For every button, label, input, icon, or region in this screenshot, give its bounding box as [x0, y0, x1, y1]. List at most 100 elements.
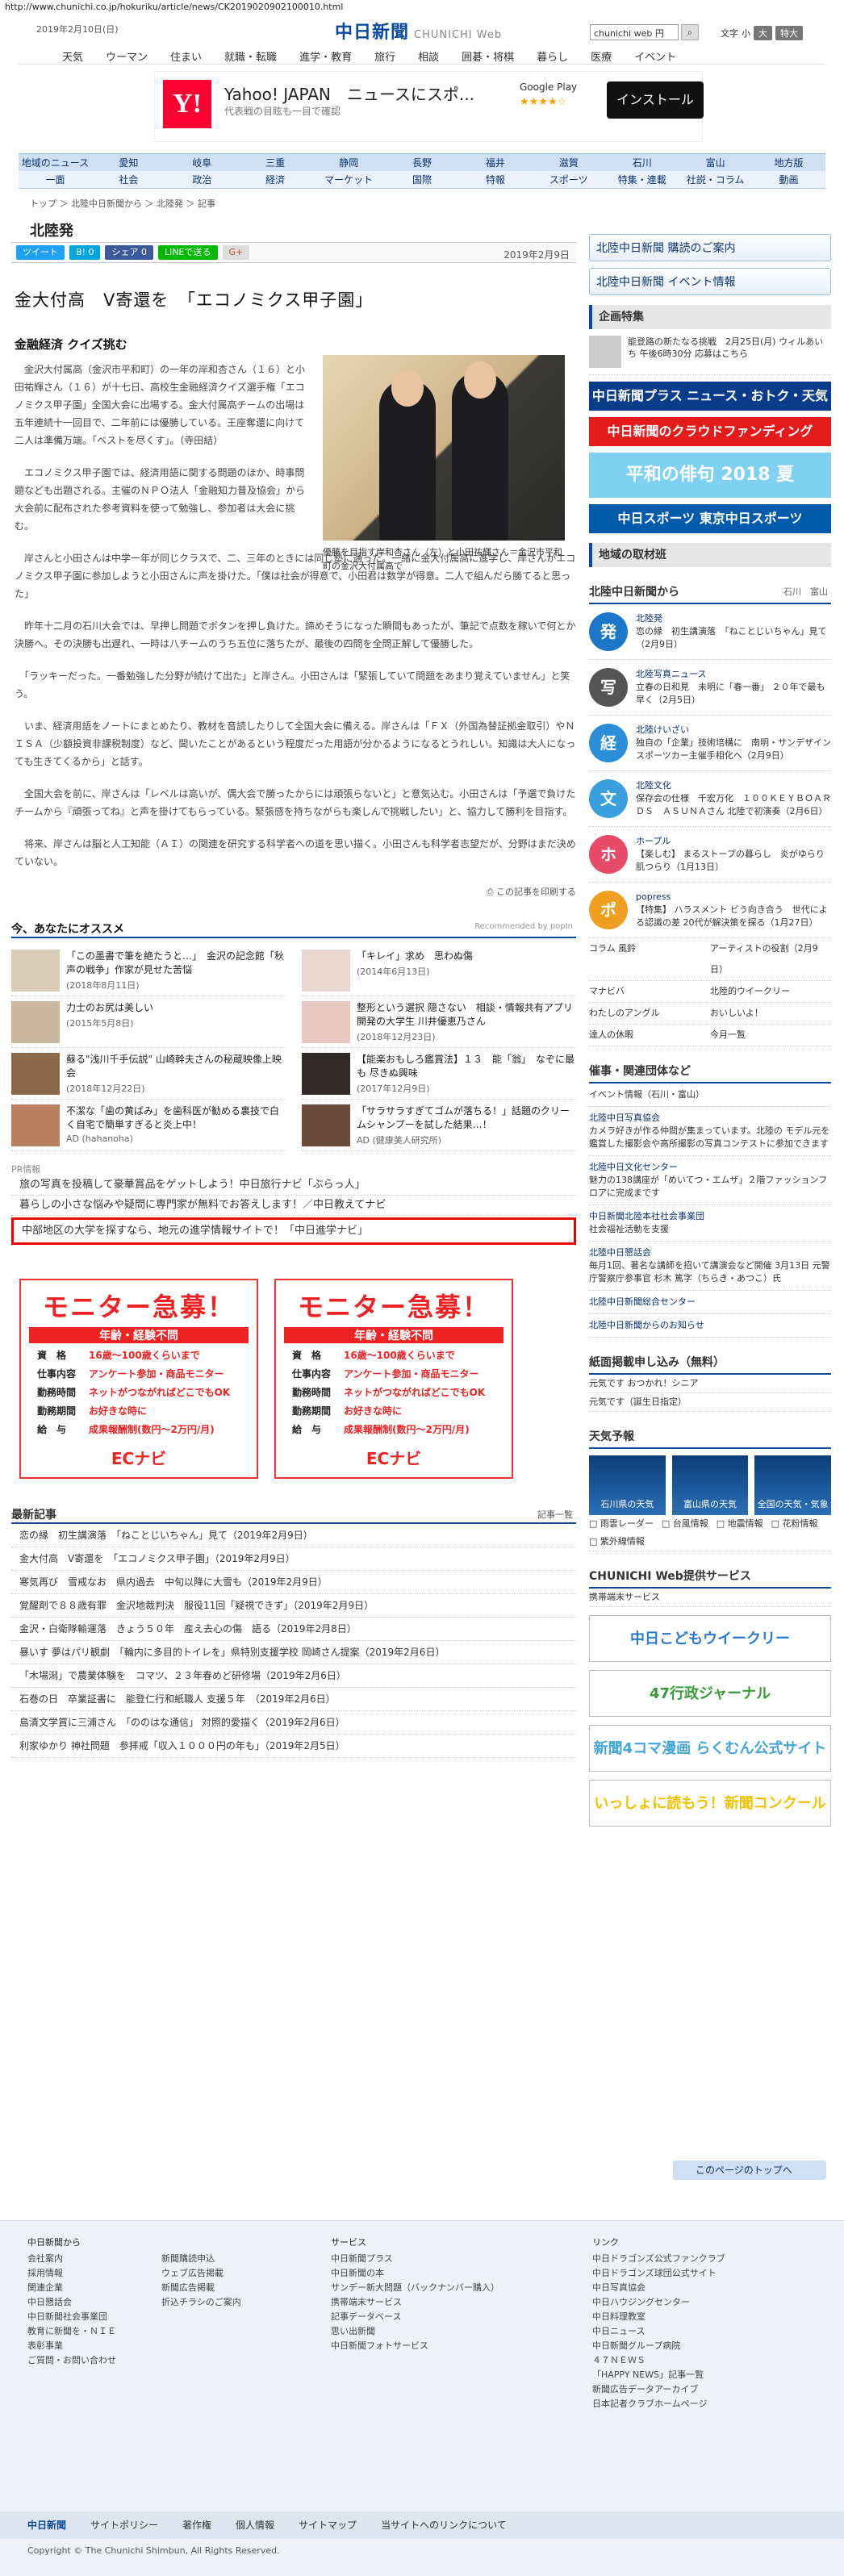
side-ad-banner[interactable]: 中日こどもウイークリー — [589, 1615, 831, 1662]
search-button[interactable]: ⌕ — [681, 24, 699, 40]
region-nav-item[interactable]: 岐阜 — [165, 154, 239, 171]
footer-link[interactable]: 中日懇話会 — [27, 2295, 116, 2310]
font-large-button[interactable]: 特大 — [775, 26, 803, 40]
footer-link[interactable]: 「HAPPY NEWS」記事一覧 — [592, 2368, 725, 2382]
footer-link[interactable]: 中日写真協会 — [592, 2281, 725, 2295]
font-medium-button[interactable]: 大 — [754, 26, 772, 40]
footer-link[interactable]: 中日料理教室 — [592, 2310, 725, 2324]
banner-heiwa-haiku[interactable]: 平和の俳句 2018 夏 — [589, 453, 831, 498]
event-item[interactable]: 北陸中日文化センター 魅力の138講座が「めいてつ・エムザ」２階ファッションフロア… — [589, 1156, 831, 1205]
footer-bar-link[interactable]: 当サイトへのリンクについて — [381, 2511, 507, 2539]
side-news-item[interactable]: 発北陸発 恋の縁 初生講演落 「ねことじいちゃん」見て（2月9日） — [589, 604, 831, 660]
gnav-item[interactable]: 就職・転職 — [213, 47, 288, 64]
pr-item-highlighted[interactable]: 中部地区の大学を探すなら、地元の進学情報サイトで！「中日進学ナビ」 — [11, 1217, 576, 1245]
weather-link[interactable]: □ 台風情報 — [662, 1518, 708, 1529]
category-nav-item[interactable]: 動画 — [752, 171, 825, 188]
column-link[interactable]: おいしいよ！ — [710, 1003, 831, 1024]
recommend-item[interactable]: 整形という選択 隠さない 相談・情報共有アプリ開発の大学生 川井優恵乃さん (20… — [302, 996, 576, 1048]
footer-bar-link[interactable]: 個人情報 — [236, 2511, 274, 2539]
weather-box[interactable]: 富山県の天気 — [671, 1455, 749, 1515]
recommend-item[interactable]: 不潔な「歯の黄ばみ」を歯科医が勧める裏技で白く自宅で簡単すぎると炎上中！ AD (… — [11, 1100, 286, 1151]
region-nav-item[interactable]: 地方版 — [752, 154, 825, 171]
banner-chunichi-sports[interactable]: 中日スポーツ 東京中日スポーツ — [589, 504, 831, 533]
region-nav-item[interactable]: 滋賀 — [532, 154, 605, 171]
latest-item[interactable]: 恋の縁 初生講演落 「ねことじいちゃん」見て（2019年2月9日） — [11, 1524, 576, 1547]
event-item[interactable]: 中日新聞北陸本社社会事業団 社会福祉活動を支援 — [589, 1205, 831, 1242]
service-item[interactable]: 携帯端末サービス — [589, 1589, 831, 1607]
pr-item[interactable]: 暮らしの小さな悩みや疑問に専門家が無料でお答えします！／中日教えてナビ — [11, 1196, 576, 1216]
footer-link[interactable]: 教育に新聞を・ＮＩＥ — [27, 2324, 116, 2339]
hokuriku-sub[interactable]: 石川 富山 — [783, 585, 828, 598]
footer-link[interactable]: 中日ニュース — [592, 2324, 725, 2339]
footer-bar-link[interactable]: サイトマップ — [299, 2511, 357, 2539]
category-nav-item[interactable]: 社会 — [92, 171, 165, 188]
font-small-button[interactable]: 小 — [742, 27, 750, 40]
category-nav-item[interactable]: 経済 — [239, 171, 312, 188]
subscribe-button[interactable]: 北陸中日新聞 購読のご案内 — [589, 234, 831, 261]
latest-item[interactable]: 石巻の日 卒業証書に 能登仁行和紙職人 支援５年 （2019年2月6日） — [11, 1688, 576, 1711]
footer-link[interactable]: 中日新聞グループ病院 — [592, 2339, 725, 2353]
site-logo[interactable]: 中日新聞 CHUNICHI Web — [335, 18, 502, 44]
footer-link[interactable]: 中日ドラゴンズ公式ファンクラブ — [592, 2252, 725, 2266]
monitor-ad[interactable]: モニター急募！ 年齢・経験不問資 格 16歳～100歳くらいまで 仕事内容 アンケート参… — [19, 1279, 258, 1479]
footer-link[interactable]: 携帯端末サービス — [331, 2295, 499, 2310]
weather-link[interactable]: □ 紫外線情報 — [589, 1536, 645, 1547]
tweet-button[interactable]: ツイート — [16, 245, 65, 260]
events-sub-link[interactable]: イベント情報（石川・富山） — [589, 1083, 831, 1107]
event-info-button[interactable]: 北陸中日新聞 イベント情報 — [589, 268, 831, 295]
gnav-item[interactable]: 天気 — [51, 47, 94, 64]
pr-item[interactable]: 旅の写真を投稿して豪華賞品をゲットしよう！中日旅行ナビ「ぶらっ人」 — [11, 1175, 576, 1196]
footer-link[interactable]: サンデー新大問題（バックナンバー購入） — [331, 2281, 499, 2295]
recommend-item[interactable]: 「この墨書で筆を絶たうと…」 金沢の記念館「秋声の戦争」作家が見せた苦悩 (201… — [11, 945, 286, 996]
back-to-top-button[interactable]: このページのトップへ — [673, 2161, 826, 2180]
banner-crowdfunding[interactable]: 中日新聞のクラウドファンディング — [589, 417, 831, 446]
footer-link[interactable]: ご質問・お問い合わせ — [27, 2353, 116, 2368]
category-nav-item[interactable]: 国際 — [386, 171, 459, 188]
gnav-item[interactable]: 相談 — [407, 47, 450, 64]
article-photo[interactable] — [323, 355, 565, 541]
footer-link[interactable]: 中日新聞社会事業団 — [27, 2310, 116, 2324]
footer-link[interactable]: 中日ドラゴンズ球団公式サイト — [592, 2266, 725, 2281]
latest-item[interactable]: 寒気再び 雪戒なお 県内過去 中旬以降に大雪も（2019年2月9日） — [11, 1571, 576, 1594]
latest-item[interactable]: 「木場潟」で農業体験を コマツ、２３年春めど研修場（2019年2月6日） — [11, 1664, 576, 1688]
event-item[interactable]: 北陸中日懇話会 毎月1回、著名な講師を招いて講演会など開催 3月13日 元警庁警察… — [589, 1242, 831, 1291]
gnav-item[interactable]: ウーマン — [94, 47, 159, 64]
region-nav-item[interactable]: 石川 — [605, 154, 679, 171]
weather-box[interactable]: 石川県の天気 — [589, 1455, 666, 1515]
column-link[interactable]: 今月一覧 — [710, 1025, 831, 1046]
event-item[interactable]: 北陸中日写真協会 カメラ好きが作る仲間が集まっています。北陸の モデル元を鑑賞した… — [589, 1107, 831, 1156]
column-link[interactable]: マナビバ — [589, 981, 710, 1002]
latest-more-link[interactable]: 記事一覧 — [537, 1508, 573, 1521]
column-link[interactable]: アーティストの役割（2月9日） — [710, 938, 831, 980]
category-nav-item[interactable]: 社説・コラム — [679, 171, 752, 188]
side-news-item[interactable]: 写北陸写真ニュース 立春の日和見 未明に「春一番」 ２０年で最も早く（2月5日） — [589, 660, 831, 716]
footer-link[interactable]: 中日ハウジングセンター — [592, 2295, 725, 2310]
monitor-ad[interactable]: モニター急募！ 年齢・経験不問資 格 16歳～100歳くらいまで 仕事内容 アンケート参… — [274, 1279, 513, 1479]
footer-link[interactable]: 中日新聞の本 — [331, 2266, 499, 2281]
gnav-item[interactable]: 住まい — [159, 47, 213, 64]
latest-item[interactable]: 覚醒剤で８８歳有罪 金沢地裁判決 服役11回「疑視できず」（2019年2月9日） — [11, 1594, 576, 1618]
gnav-item[interactable]: 囲碁・将棋 — [450, 47, 525, 64]
gnav-item[interactable]: 旅行 — [363, 47, 407, 64]
latest-item[interactable]: 利家ゆかり 神社問題 参拝戒「収入１０００円の年も」（2019年2月5日） — [11, 1735, 576, 1758]
weather-link[interactable]: □ 花粉情報 — [771, 1518, 818, 1529]
install-button[interactable]: インストール — [607, 81, 704, 119]
region-team-title[interactable]: 地域の取材班 — [589, 543, 831, 567]
latest-item[interactable]: 金大付高 V寄還を 「エコノミクス甲子園」（2019年2月9日） — [11, 1547, 576, 1571]
column-link[interactable]: コラム 風鈴 — [589, 938, 710, 980]
weather-link[interactable]: □ 雨雲レーダー — [589, 1518, 654, 1529]
footer-link[interactable]: 中日新聞プラス — [331, 2252, 499, 2266]
banner-chunichi-plus[interactable]: 中日新聞プラス ニュース・おトク・天気 — [589, 382, 831, 411]
gnav-item[interactable]: 進学・教育 — [288, 47, 363, 64]
side-ad-banner[interactable]: 47行政ジャーナル — [589, 1670, 831, 1717]
region-nav-item[interactable]: 長野 — [386, 154, 459, 171]
print-link[interactable]: ⎙ この記事を印刷する — [11, 885, 576, 898]
recommend-item[interactable]: 「サラサラすぎてゴムが落ちる！」話題のクリームシャンプーを試した結果…！ AD (… — [302, 1100, 576, 1151]
footer-link[interactable]: 関連企業 — [27, 2281, 116, 2295]
region-nav-item[interactable]: 愛知 — [92, 154, 165, 171]
hatena-button[interactable]: B! 0 — [69, 245, 101, 260]
recommend-item[interactable]: 力士のお尻は美しい (2015年5月8日) — [11, 996, 286, 1048]
footer-bar-link[interactable]: 著作権 — [182, 2511, 211, 2539]
column-link[interactable]: 北陸的ウイークリー — [710, 981, 831, 1002]
footer-link[interactable]: 会社案内 — [27, 2252, 116, 2266]
